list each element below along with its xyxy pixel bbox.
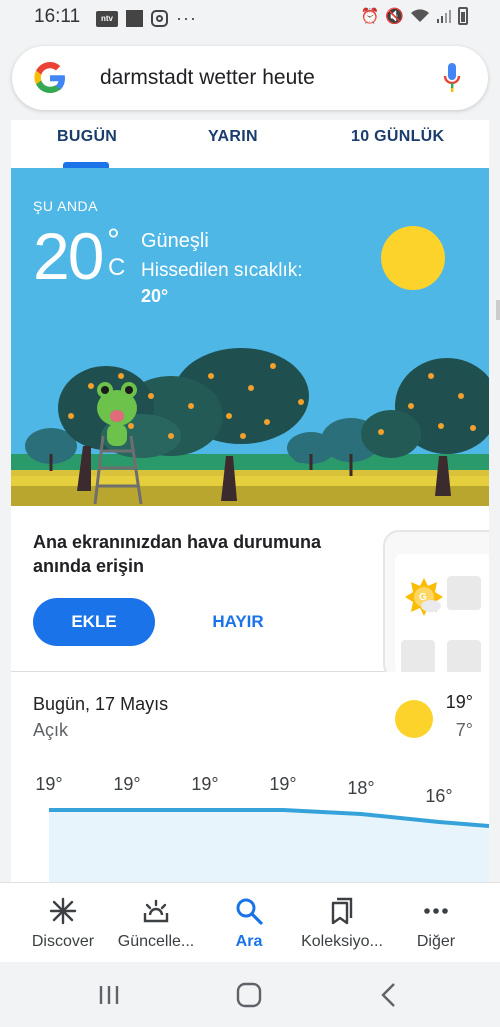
orchard-illustration — [11, 348, 489, 506]
recent-apps-icon[interactable] — [94, 980, 124, 1010]
hourly-temp-label: 19° — [35, 774, 62, 794]
hourly-temperature-chart: 19° 19° 19° 19° 18° 16° — [35, 774, 489, 882]
system-navigation-bar — [0, 962, 500, 1027]
nav-label: Güncelle... — [117, 933, 195, 950]
tab-today[interactable]: BUGÜN — [57, 128, 117, 146]
nav-label: Koleksiyo... — [301, 933, 383, 950]
bookmarks-icon — [331, 897, 353, 925]
current-weather-panel[interactable]: ŞU ANDA 20 ° C Güneşli Hissedilen sıcakl… — [11, 168, 489, 506]
ntv-icon: ntv — [96, 10, 118, 27]
weather-tabs: BUGÜN YARIN 10 GÜNLÜK — [11, 120, 489, 168]
high-temp: 19° — [445, 692, 473, 712]
low-temp: 7° — [455, 720, 473, 740]
temperature-unit: C — [108, 254, 126, 281]
promo-text: Ana ekranınızdan hava durumuna anında er… — [33, 532, 322, 577]
nav-search[interactable]: Ara — [199, 883, 299, 963]
alarm-icon: ⏰ — [360, 8, 380, 25]
today-condition: Açık — [33, 720, 69, 740]
search-bar[interactable]: darmstadt wetter heute — [12, 46, 488, 110]
tab-tomorrow[interactable]: YARIN — [208, 128, 258, 146]
wifi-icon — [411, 9, 429, 22]
condition-text: Güneşli — [141, 230, 209, 252]
sun-icon — [381, 226, 445, 290]
weather-card: BUGÜN YARIN 10 GÜNLÜK ŞU ANDA 20 ° C Gün… — [11, 120, 489, 882]
system-icons: ⏰ 🔇 — [361, 7, 468, 25]
search-icon — [236, 898, 263, 925]
svg-text:G: G — [419, 592, 427, 603]
home-icon[interactable] — [234, 980, 264, 1010]
today-date: Bugün, 17 Mayıs — [33, 694, 169, 714]
nav-collections[interactable]: Koleksiyo... — [292, 883, 392, 963]
nav-updates[interactable]: Güncelle... — [106, 883, 206, 963]
battery-icon — [458, 7, 468, 25]
nav-label: Diğer — [416, 933, 456, 950]
nav-more[interactable]: Diğer — [386, 883, 486, 963]
mute-icon: 🔇 — [385, 8, 404, 25]
tab-10-day[interactable]: 10 GÜNLÜK — [351, 128, 444, 146]
no-thanks-button[interactable]: HAYIR — [193, 598, 283, 646]
add-button[interactable]: EKLE — [33, 598, 155, 646]
bottom-navigation: Discover Güncelle... Ara Koleksiyo... Di… — [0, 882, 500, 962]
today-forecast[interactable]: Bugün, 17 Mayıs Açık 19° 7° 19° 19° 19° 19°… — [11, 672, 489, 882]
hourly-temp-label: 19° — [269, 774, 296, 794]
phone-preview-image: G — [383, 530, 489, 680]
now-label: ŞU ANDA — [33, 198, 98, 214]
square-icon — [126, 10, 143, 27]
asterisk-icon — [49, 897, 77, 925]
back-icon[interactable] — [374, 980, 404, 1010]
feels-like-value: 20° — [141, 286, 169, 306]
notification-icons: ntv ··· — [96, 8, 197, 29]
hourly-temp-label: 19° — [113, 774, 140, 794]
nav-discover[interactable]: Discover — [13, 883, 113, 963]
app-placeholder — [447, 576, 481, 610]
app-placeholder — [447, 640, 481, 674]
nav-label: Ara — [235, 933, 263, 950]
status-bar: 16:11 ntv ··· ⏰ 🔇 — [0, 0, 500, 34]
hourly-temp-label: 16° — [425, 786, 452, 806]
hourly-temp-label: 18° — [347, 778, 374, 798]
hourly-temp-label: 19° — [191, 774, 218, 794]
signal-icon — [437, 10, 451, 23]
google-logo-icon[interactable] — [32, 60, 68, 96]
instagram-icon — [151, 10, 168, 27]
nav-label: Discover — [31, 933, 95, 950]
current-temperature: 20 — [33, 219, 104, 293]
feels-like-label: Hissedilen sıcaklık: — [141, 260, 303, 281]
app-placeholder — [401, 640, 435, 674]
updates-icon — [143, 899, 169, 923]
scroll-indicator — [496, 300, 500, 320]
search-input[interactable]: darmstadt wetter heute — [100, 66, 315, 90]
more-icon — [424, 908, 448, 914]
phone-screen: G — [395, 554, 489, 674]
sun-icon — [395, 700, 433, 738]
microphone-icon[interactable] — [442, 62, 462, 94]
add-to-homescreen-promo: Ana ekranınızdan hava durumuna anında er… — [11, 506, 489, 680]
more-dots-icon: ··· — [176, 8, 197, 28]
clock: 16:11 — [34, 6, 81, 27]
weather-widget-icon: G — [405, 578, 443, 616]
